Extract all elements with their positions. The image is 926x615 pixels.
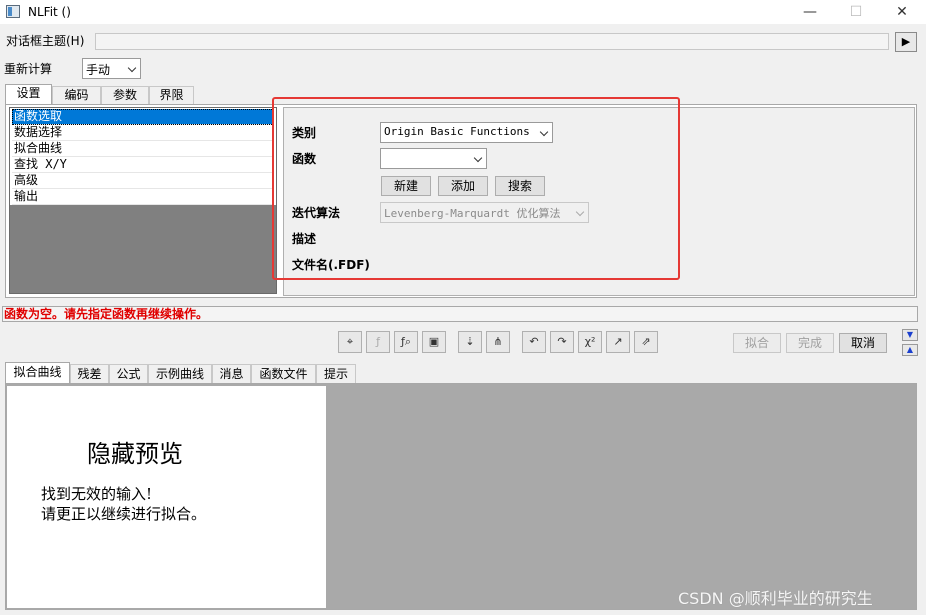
tab-settings[interactable]: 设置 xyxy=(5,84,52,104)
done-button[interactable]: 完成 xyxy=(786,333,834,353)
one-iteration-icon[interactable]: ↗ xyxy=(606,331,630,353)
chi-square-icon[interactable]: χ² xyxy=(578,331,602,353)
tab-messages[interactable]: 消息 xyxy=(212,364,251,383)
fit-until-converged-icon[interactable]: ⇗ xyxy=(634,331,658,353)
cancel-button[interactable]: 取消 xyxy=(839,333,887,353)
minimize-button[interactable]: — xyxy=(787,0,833,24)
tree-item-data-selection[interactable]: 数据选择 xyxy=(12,125,274,141)
tree-icon[interactable]: ⋔ xyxy=(486,331,510,353)
theme-label: 对话框主题(H) xyxy=(6,34,85,48)
preview-line-2: 请更正以继续进行拟合。 xyxy=(41,505,207,523)
settings-tree: 函数选取 数据选择 拟合曲线 查找 X/Y 高级 输出 xyxy=(9,107,277,294)
theme-menu-button[interactable]: ▶ xyxy=(895,32,917,52)
status-bar: 函数为空。请先指定函数再继续操作。 xyxy=(2,306,918,322)
chevron-down-icon xyxy=(127,63,137,73)
preview-area: 隐藏预览 找到无效的输入! 请更正以继续进行拟合。 xyxy=(5,383,917,610)
tab-parameters[interactable]: 参数 xyxy=(101,86,149,104)
tree-item-find-xy[interactable]: 查找 X/Y xyxy=(12,157,274,173)
fit-weights-icon[interactable]: ƒ xyxy=(366,331,390,353)
expand-up-icon[interactable]: ▲ xyxy=(902,344,918,356)
fit-preview-icon[interactable]: ⌖ xyxy=(338,331,362,353)
tree-item-output[interactable]: 输出 xyxy=(12,189,274,205)
collapse-down-icon[interactable]: ▼ xyxy=(902,329,918,341)
highlight-box xyxy=(272,97,680,280)
tab-residuals[interactable]: 残差 xyxy=(70,364,109,383)
close-button[interactable]: ✕ xyxy=(879,0,925,24)
fit-button[interactable]: 拟合 xyxy=(733,333,781,353)
tree-item-fitted-curves[interactable]: 拟合曲线 xyxy=(12,141,274,157)
preview-title: 隐藏预览 xyxy=(87,440,183,468)
tree-item-function-selection[interactable]: 函数选取 xyxy=(12,109,274,125)
tab-sample-curve[interactable]: 示例曲线 xyxy=(148,364,212,383)
triangle-right-icon: ▶ xyxy=(901,35,911,48)
tab-hints[interactable]: 提示 xyxy=(316,364,356,383)
save-icon[interactable]: ▣ xyxy=(422,331,446,353)
recalc-value: 手动 xyxy=(86,63,111,77)
tab-code[interactable]: 编码 xyxy=(52,86,101,104)
undo-icon[interactable]: ↶ xyxy=(522,331,546,353)
preview-message-panel: 隐藏预览 找到无效的输入! 请更正以继续进行拟合。 xyxy=(7,386,326,608)
fit-function-icon[interactable]: ƒ⌕ xyxy=(394,331,418,353)
window-title: NLFit () xyxy=(28,5,71,19)
theme-field[interactable] xyxy=(95,33,889,50)
recalc-select[interactable]: 手动 xyxy=(82,58,141,79)
app-icon xyxy=(6,5,20,18)
preview-line-1: 找到无效的输入! xyxy=(41,485,153,503)
tab-formula[interactable]: 公式 xyxy=(109,364,148,383)
tab-function-file[interactable]: 函数文件 xyxy=(251,364,316,383)
tab-fitted-curves[interactable]: 拟合曲线 xyxy=(5,362,70,383)
watermark: CSDN @顺利毕业的研究生 xyxy=(678,589,873,608)
tree-item-advanced[interactable]: 高级 xyxy=(12,173,274,189)
recalc-label: 重新计算 xyxy=(4,62,53,76)
redo-icon[interactable]: ↷ xyxy=(550,331,574,353)
status-message: 函数为空。请先指定函数再继续操作。 xyxy=(4,307,209,321)
sort-icon[interactable]: ⇣ xyxy=(458,331,482,353)
tab-bounds[interactable]: 界限 xyxy=(149,86,194,104)
maximize-button[interactable]: ☐ xyxy=(833,0,879,24)
